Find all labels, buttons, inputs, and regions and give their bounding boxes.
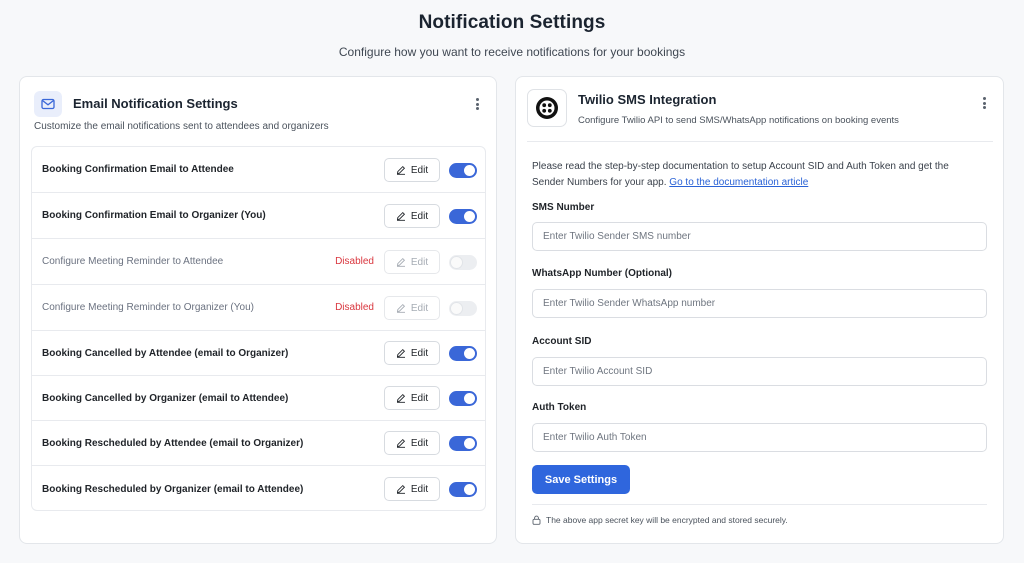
twilio-logo-icon bbox=[527, 89, 567, 127]
notification-toggle[interactable] bbox=[449, 482, 477, 497]
notification-toggle[interactable] bbox=[449, 346, 477, 361]
sms-number-input[interactable] bbox=[532, 222, 987, 251]
email-card-title: Email Notification Settings bbox=[73, 96, 238, 111]
list-item: Booking Confirmation Email to Organizer … bbox=[32, 193, 485, 239]
notification-label: Booking Rescheduled by Organizer (email … bbox=[42, 484, 304, 495]
pencil-icon bbox=[396, 484, 405, 494]
notification-label: Booking Confirmation Email to Attendee bbox=[42, 164, 234, 175]
pencil-icon bbox=[396, 257, 405, 267]
page-title: Notification Settings bbox=[418, 12, 606, 33]
edit-button-label: Edit bbox=[410, 347, 429, 359]
sms-card-more-icon[interactable] bbox=[979, 95, 989, 111]
divider bbox=[527, 141, 993, 142]
list-item: Booking Rescheduled by Organizer (email … bbox=[32, 466, 485, 510]
notification-label: Configure Meeting Reminder to Attendee bbox=[42, 256, 224, 267]
notification-status: Disabled bbox=[335, 302, 374, 313]
pencil-icon bbox=[396, 438, 405, 448]
edit-button[interactable]: Edit bbox=[384, 250, 440, 274]
list-item: Booking Cancelled by Attendee (email to … bbox=[32, 331, 485, 376]
edit-button[interactable]: Edit bbox=[384, 386, 440, 410]
notification-toggle[interactable] bbox=[449, 209, 477, 224]
whatsapp-number-input[interactable] bbox=[532, 289, 987, 318]
account-sid-input[interactable] bbox=[532, 357, 987, 386]
secure-note: The above app secret key will be encrypt… bbox=[532, 515, 788, 525]
edit-button-label: Edit bbox=[410, 210, 429, 222]
email-notification-card: Email Notification Settings Customize th… bbox=[19, 76, 497, 544]
notification-label: Booking Rescheduled by Attendee (email t… bbox=[42, 438, 304, 449]
lock-icon bbox=[532, 515, 541, 525]
edit-button[interactable]: Edit bbox=[384, 477, 440, 501]
account-sid-label: Account SID bbox=[532, 336, 592, 347]
notification-toggle[interactable] bbox=[449, 255, 477, 270]
edit-button-label: Edit bbox=[410, 483, 429, 495]
email-card-more-icon[interactable] bbox=[472, 96, 482, 112]
edit-button-label: Edit bbox=[410, 392, 429, 404]
whatsapp-number-label: WhatsApp Number (Optional) bbox=[532, 268, 672, 279]
list-item: Booking Confirmation Email to Attendee E… bbox=[32, 147, 485, 193]
sms-card-description: Configure Twilio API to send SMS/WhatsAp… bbox=[578, 115, 899, 126]
notification-toggle[interactable] bbox=[449, 391, 477, 406]
sms-card-title: Twilio SMS Integration bbox=[578, 92, 717, 107]
edit-button-label: Edit bbox=[410, 164, 429, 176]
auth-token-label: Auth Token bbox=[532, 402, 587, 413]
mail-icon bbox=[34, 91, 62, 117]
notification-toggle[interactable] bbox=[449, 301, 477, 316]
save-settings-button[interactable]: Save Settings bbox=[532, 465, 630, 494]
notification-toggle[interactable] bbox=[449, 436, 477, 451]
notification-label: Booking Confirmation Email to Organizer … bbox=[42, 210, 266, 221]
pencil-icon bbox=[396, 211, 405, 221]
notification-label: Booking Cancelled by Organizer (email to… bbox=[42, 393, 289, 404]
edit-button[interactable]: Edit bbox=[384, 341, 440, 365]
email-card-description: Customize the email notifications sent t… bbox=[34, 121, 329, 132]
page-subtitle: Configure how you want to receive notifi… bbox=[338, 45, 686, 59]
edit-button-label: Edit bbox=[410, 437, 429, 449]
edit-button-label: Edit bbox=[410, 256, 429, 268]
pencil-icon bbox=[396, 303, 405, 313]
edit-button[interactable]: Edit bbox=[384, 296, 440, 320]
secure-note-text: The above app secret key will be encrypt… bbox=[546, 515, 788, 525]
notification-status: Disabled bbox=[335, 256, 374, 267]
notification-label: Configure Meeting Reminder to Organizer … bbox=[42, 302, 254, 313]
notification-label: Booking Cancelled by Attendee (email to … bbox=[42, 348, 289, 359]
pencil-icon bbox=[396, 348, 405, 358]
notification-toggle[interactable] bbox=[449, 163, 477, 178]
list-item: Configure Meeting Reminder to Attendee D… bbox=[32, 239, 485, 285]
twilio-sms-card: Twilio SMS Integration Configure Twilio … bbox=[515, 76, 1004, 544]
edit-button[interactable]: Edit bbox=[384, 431, 440, 455]
auth-token-input[interactable] bbox=[532, 423, 987, 452]
list-item: Booking Rescheduled by Attendee (email t… bbox=[32, 421, 485, 466]
list-item: Booking Cancelled by Organizer (email to… bbox=[32, 376, 485, 421]
documentation-link[interactable]: Go to the documentation article bbox=[669, 177, 808, 188]
page-header: Notification Settings Configure how you … bbox=[0, 12, 1024, 59]
divider bbox=[532, 504, 987, 505]
sms-number-label: SMS Number bbox=[532, 202, 595, 213]
edit-button[interactable]: Edit bbox=[384, 158, 440, 182]
edit-button[interactable]: Edit bbox=[384, 204, 440, 228]
pencil-icon bbox=[396, 165, 405, 175]
list-item: Configure Meeting Reminder to Organizer … bbox=[32, 285, 485, 331]
email-notification-list: Booking Confirmation Email to Attendee E… bbox=[31, 146, 486, 511]
documentation-text: Please read the step-by-step documentati… bbox=[532, 159, 972, 191]
edit-button-label: Edit bbox=[410, 302, 429, 314]
pencil-icon bbox=[396, 393, 405, 403]
